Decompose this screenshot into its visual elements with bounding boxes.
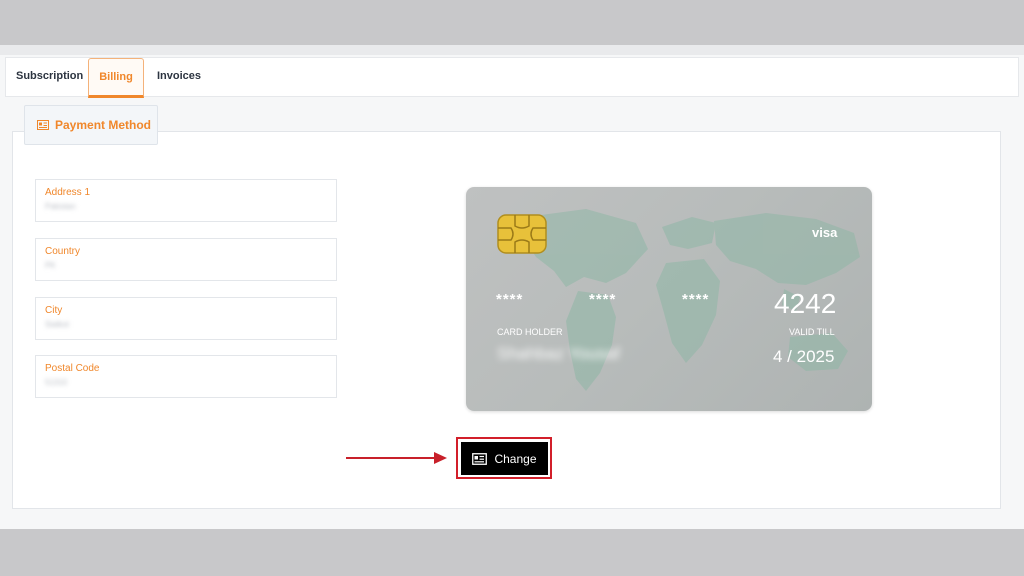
id-card-icon [37, 120, 49, 130]
arrow-annotation-icon [346, 452, 447, 464]
address-label: Address 1 [45, 187, 91, 198]
address-field[interactable]: Address 1 Pakistan [35, 179, 337, 222]
card-expiry: 4 / 2025 [773, 347, 835, 366]
change-button[interactable]: Change [461, 442, 548, 475]
city-value: Sialkot [45, 320, 70, 329]
city-label: City [45, 305, 63, 316]
country-value: PK [45, 261, 56, 270]
top-divider [0, 45, 1024, 55]
section-title: Payment Method [55, 118, 152, 132]
tab-invoices[interactable]: Invoices [157, 58, 201, 94]
country-field[interactable]: Country PK [35, 238, 337, 281]
address-value: Pakistan [45, 202, 76, 211]
postal-code-label: Postal Code [45, 363, 100, 374]
payment-method-legend: Payment Method [24, 105, 158, 145]
card-mask-group: **** [589, 291, 617, 308]
postal-code-field[interactable]: Postal Code 51310 [35, 355, 337, 398]
card-mask-group: **** [496, 291, 524, 308]
chip-icon [497, 214, 547, 254]
card-holder-name: Shahbaz Yousaf [497, 344, 620, 363]
card-brand: visa [812, 225, 838, 240]
billing-page: Subscription Billing Invoices Payment Me… [0, 45, 1024, 529]
country-label: Country [45, 246, 81, 257]
tab-subscription[interactable]: Subscription [16, 58, 83, 94]
card-last4: 4242 [774, 288, 837, 319]
valid-till-label: VALID TILL [789, 327, 835, 337]
card-mask-group: **** [682, 291, 710, 308]
id-card-icon [472, 452, 488, 465]
tab-bar: Subscription Billing Invoices [5, 57, 1019, 98]
credit-card: visa **** **** **** 4242 CARD HOLDER Sha… [466, 187, 872, 411]
tab-billing[interactable]: Billing [88, 58, 144, 98]
change-button-label: Change [494, 451, 537, 466]
card-holder-label: CARD HOLDER [497, 327, 563, 337]
postal-code-value: 51310 [45, 378, 68, 387]
city-field[interactable]: City Sialkot [35, 297, 337, 340]
